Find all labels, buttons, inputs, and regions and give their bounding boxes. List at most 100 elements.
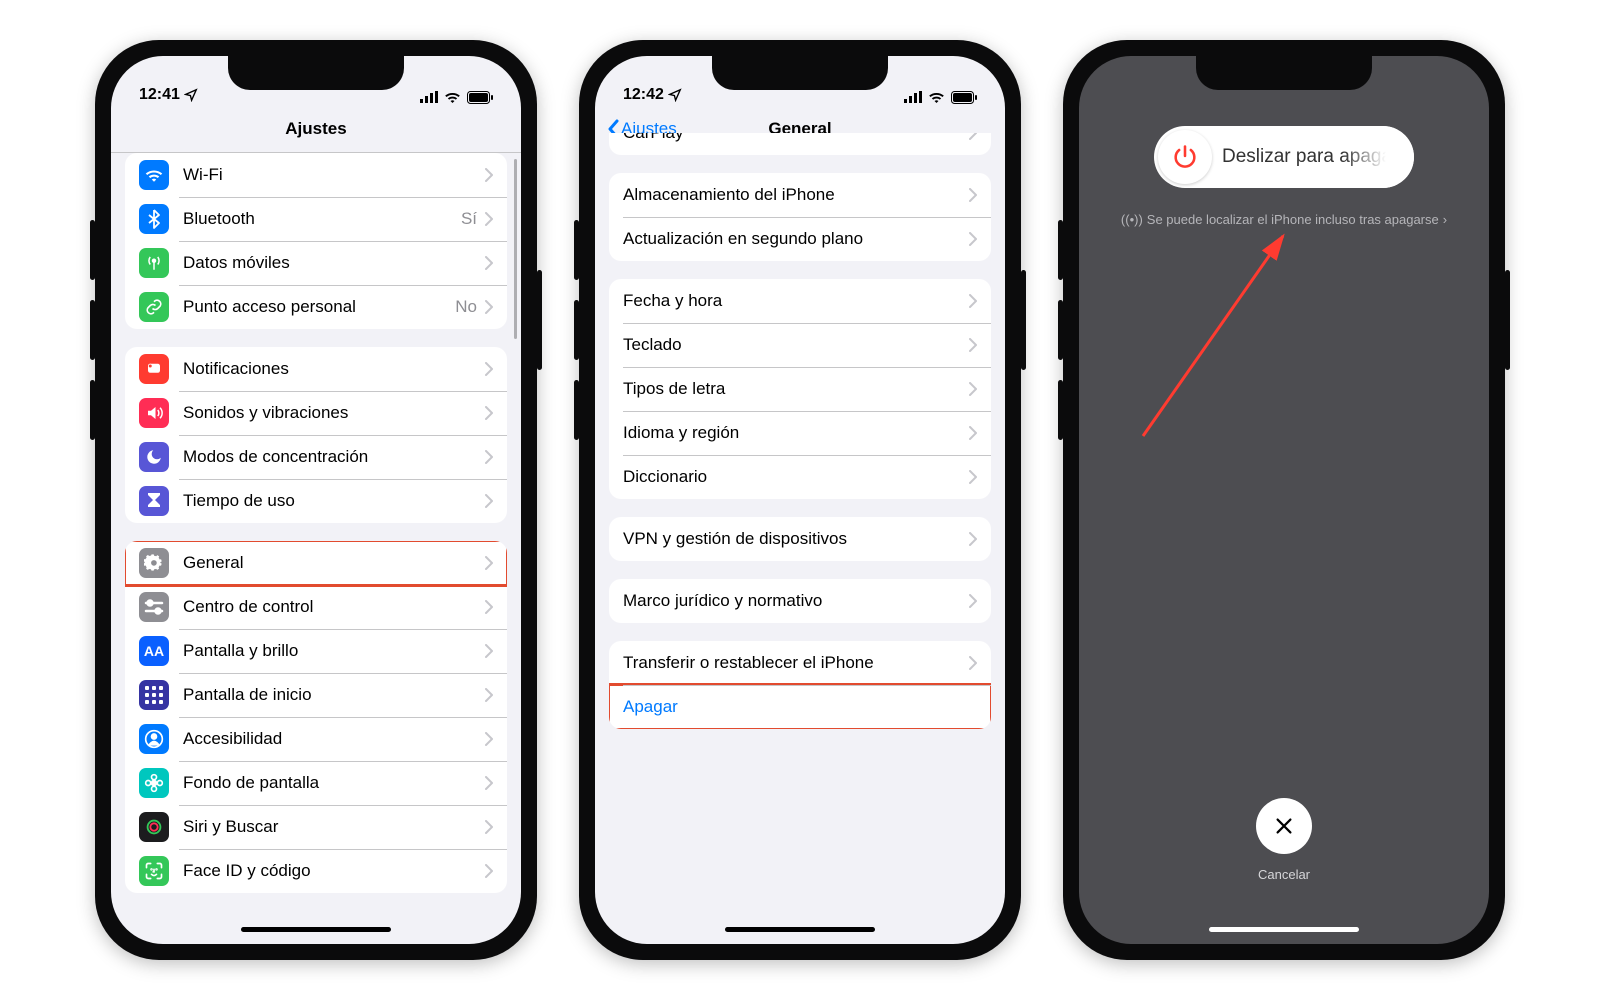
settings-row-transfer[interactable]: Transferir o restablecer el iPhone (609, 641, 991, 685)
settings-row-hotspot[interactable]: Punto acceso personalNo (125, 285, 507, 329)
settings-row-shutdown[interactable]: Apagar (609, 685, 991, 729)
power-off-slider[interactable]: Deslizar para apagar (1154, 126, 1414, 188)
row-label: General (183, 553, 485, 573)
row-label: Punto acceso personal (183, 297, 455, 317)
speaker-icon (139, 398, 169, 428)
faceid-icon (139, 856, 169, 886)
chevron-right-icon (969, 470, 977, 484)
cancel-button[interactable] (1256, 798, 1312, 854)
row-label: Siri y Buscar (183, 817, 485, 837)
status-time: 12:42 (623, 86, 664, 104)
status-icons (904, 91, 977, 104)
row-label: Sonidos y vibraciones (183, 403, 485, 423)
row-label: Centro de control (183, 597, 485, 617)
chevron-right-icon: › (1443, 212, 1447, 227)
AA-icon: AA (139, 636, 169, 666)
wifi-icon (444, 91, 461, 103)
settings-row-cellular[interactable]: Datos móviles (125, 241, 507, 285)
settings-row-control-center[interactable]: Centro de control (125, 585, 507, 629)
chevron-right-icon (969, 294, 977, 308)
chevron-right-icon (485, 256, 493, 270)
row-label: Apagar (623, 697, 977, 717)
wifi-icon (928, 91, 945, 103)
settings-row-wallpaper[interactable]: Fondo de pantalla (125, 761, 507, 805)
phone-shutdown: Deslizar para apagar ((•)) Se puede loca… (1063, 40, 1505, 960)
row-label: Fondo de pantalla (183, 773, 485, 793)
chevron-right-icon (969, 594, 977, 608)
row-label: Idioma y región (623, 423, 969, 443)
settings-row-carplay[interactable]: CarPlay (609, 133, 991, 155)
wifi-icon (139, 160, 169, 190)
settings-row-legal[interactable]: Marco jurídico y normativo (609, 579, 991, 623)
row-label: Marco jurídico y normativo (623, 591, 969, 611)
battery-icon (951, 91, 977, 104)
chevron-right-icon (485, 644, 493, 658)
row-label: Almacenamiento del iPhone (623, 185, 969, 205)
battery-icon (467, 91, 493, 104)
chevron-right-icon (969, 338, 977, 352)
settings-row-notifications[interactable]: Notificaciones (125, 347, 507, 391)
settings-row-dictionary[interactable]: Diccionario (609, 455, 991, 499)
row-label: Modos de concentración (183, 447, 485, 467)
settings-row-storage[interactable]: Almacenamiento del iPhone (609, 173, 991, 217)
row-label: Transferir o restablecer el iPhone (623, 653, 969, 673)
row-value: Sí (461, 209, 477, 229)
link-icon (139, 292, 169, 322)
antenna-icon (139, 248, 169, 278)
chevron-right-icon (485, 450, 493, 464)
settings-row-sounds[interactable]: Sonidos y vibraciones (125, 391, 507, 435)
settings-row-general[interactable]: General (125, 541, 507, 585)
row-label: Accesibilidad (183, 729, 485, 749)
chevron-right-icon (485, 168, 493, 182)
settings-row-faceid[interactable]: Face ID y código (125, 849, 507, 893)
row-label: Fecha y hora (623, 291, 969, 311)
settings-row-screentime[interactable]: Tiempo de uso (125, 479, 507, 523)
settings-row-vpn[interactable]: VPN y gestión de dispositivos (609, 517, 991, 561)
settings-row-bluetooth[interactable]: BluetoothSí (125, 197, 507, 241)
annotation-arrow (1133, 226, 1313, 446)
row-value: No (455, 297, 477, 317)
chevron-right-icon (969, 188, 977, 202)
chevron-right-icon (969, 532, 977, 546)
home-indicator[interactable] (1209, 927, 1359, 932)
settings-row-focus[interactable]: Modos de concentración (125, 435, 507, 479)
row-label: Tipos de letra (623, 379, 969, 399)
home-indicator[interactable] (241, 927, 391, 932)
page-title: Ajustes (285, 119, 346, 139)
chevron-right-icon (969, 656, 977, 670)
grid-icon (139, 680, 169, 710)
location-icon (184, 88, 198, 102)
chevron-right-icon (485, 776, 493, 790)
phone-general: 12:42 Ajustes General CarPlayAlmacenamie… (579, 40, 1021, 960)
row-label: Diccionario (623, 467, 969, 487)
bell-icon (139, 354, 169, 384)
settings-row-bg-refresh[interactable]: Actualización en segundo plano (609, 217, 991, 261)
row-label: Teclado (623, 335, 969, 355)
settings-row-siri[interactable]: Siri y Buscar (125, 805, 507, 849)
settings-row-home-screen[interactable]: Pantalla de inicio (125, 673, 507, 717)
scrollbar[interactable] (514, 159, 517, 339)
settings-row-date-time[interactable]: Fecha y hora (609, 279, 991, 323)
row-label: Pantalla de inicio (183, 685, 485, 705)
chevron-right-icon (485, 406, 493, 420)
flower-icon (139, 768, 169, 798)
home-indicator[interactable] (725, 927, 875, 932)
settings-row-wifi[interactable]: Wi-Fi (125, 153, 507, 197)
row-label: Pantalla y brillo (183, 641, 485, 661)
notch (1196, 56, 1372, 90)
row-label: VPN y gestión de dispositivos (623, 529, 969, 549)
settings-row-fonts[interactable]: Tipos de letra (609, 367, 991, 411)
settings-row-display[interactable]: AA Pantalla y brillo (125, 629, 507, 673)
location-icon (668, 88, 682, 102)
bt-icon (139, 204, 169, 234)
notch (712, 56, 888, 90)
power-knob[interactable] (1158, 130, 1212, 184)
chevron-right-icon (485, 732, 493, 746)
moon-icon (139, 442, 169, 472)
chevron-right-icon (485, 300, 493, 314)
find-my-note[interactable]: ((•)) Se puede localizar el iPhone inclu… (1121, 212, 1447, 227)
settings-row-accessibility[interactable]: Accesibilidad (125, 717, 507, 761)
cellular-icon (904, 91, 922, 103)
settings-row-keyboard[interactable]: Teclado (609, 323, 991, 367)
settings-row-language[interactable]: Idioma y región (609, 411, 991, 455)
